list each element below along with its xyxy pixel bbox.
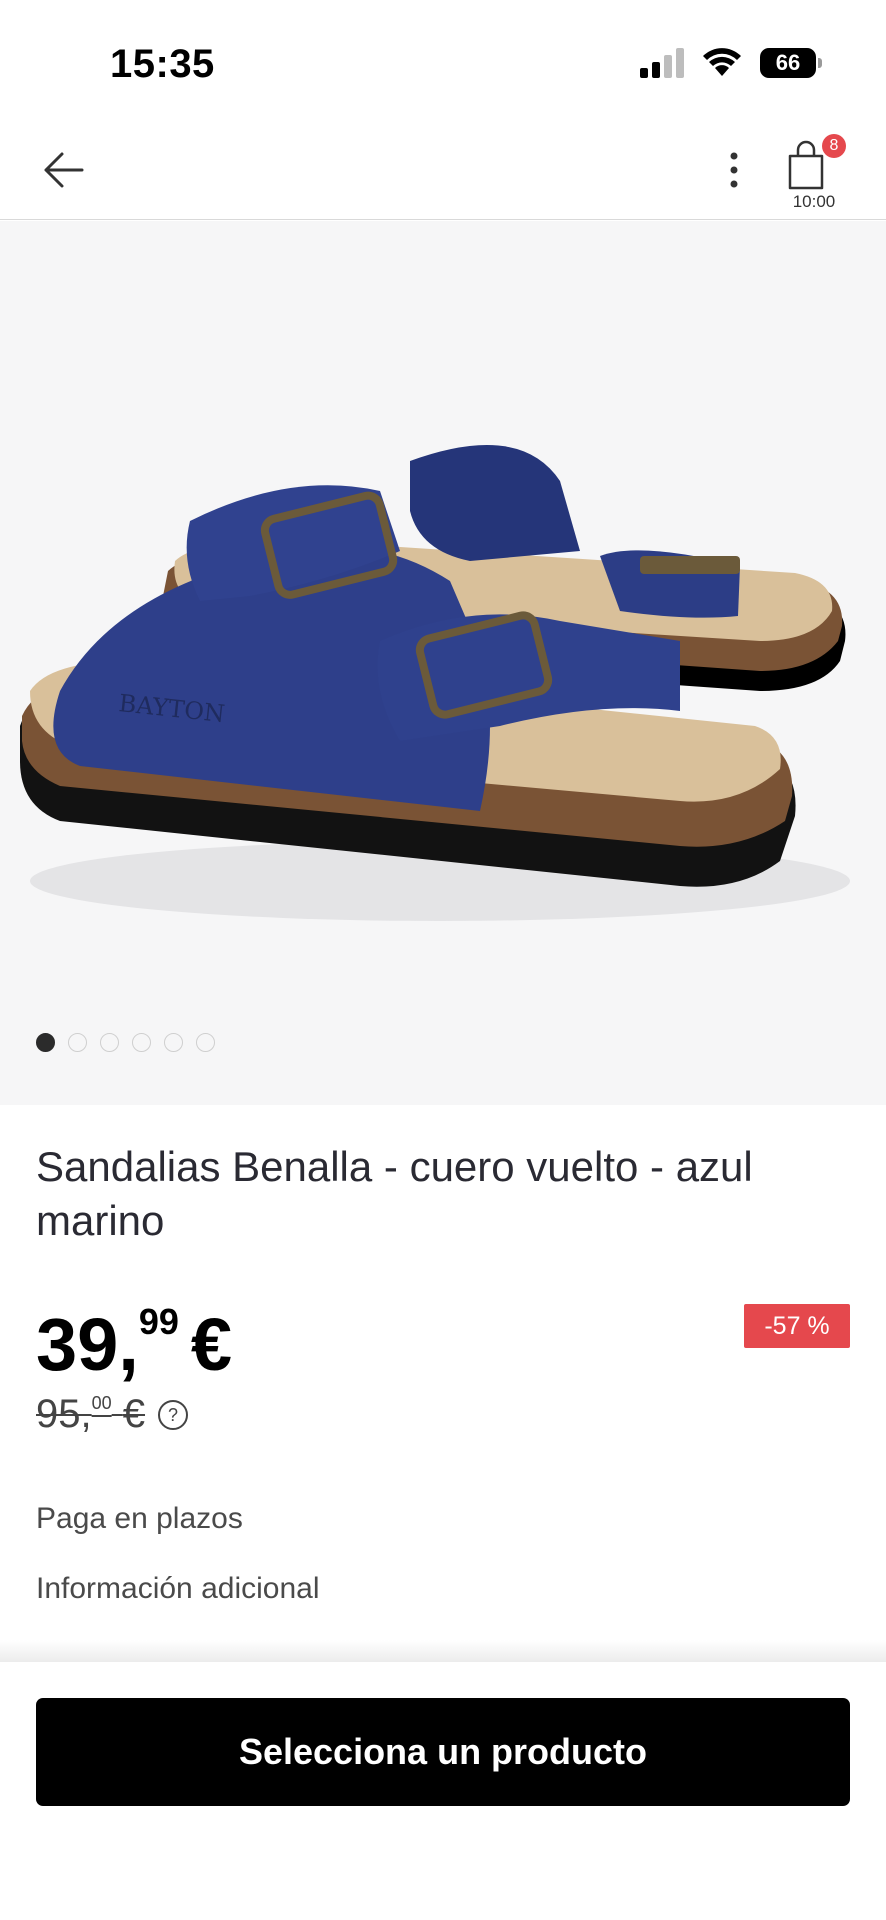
status-time: 15:35	[110, 42, 215, 86]
product-title: Sandalias Benalla - cuero vuelto - azul …	[36, 1143, 753, 1244]
more-options-button[interactable]	[716, 146, 752, 194]
battery-level: 66	[775, 50, 801, 75]
wifi-icon	[703, 48, 741, 76]
gallery-dot[interactable]	[36, 1033, 55, 1052]
nav-bar: 8 10:00	[0, 120, 886, 220]
additional-info-link[interactable]: Información adicional	[36, 1572, 320, 1606]
cart-button[interactable]: 8 10:00	[782, 134, 846, 214]
original-price-decimal: 00	[91, 1392, 112, 1413]
help-icon[interactable]: ?	[157, 1399, 189, 1431]
discount-badge: -57 %	[744, 1304, 850, 1348]
status-icons: 66	[640, 48, 822, 78]
back-button[interactable]	[40, 146, 88, 194]
more-vertical-icon	[730, 152, 738, 188]
back-arrow-icon	[44, 152, 84, 188]
installments-link[interactable]: Paga en plazos	[36, 1502, 243, 1536]
select-product-button[interactable]: Selecciona un producto	[36, 1698, 850, 1806]
current-price-currency: €	[190, 1303, 233, 1386]
svg-text:?: ?	[168, 1405, 178, 1425]
product-image: BAYTON	[20, 445, 850, 921]
original-price-integer: 95,	[36, 1392, 92, 1436]
cellular-signal-icon	[640, 48, 684, 78]
gallery-pagination	[36, 1033, 215, 1052]
current-price-integer: 39,	[36, 1303, 139, 1386]
scroll-shadow	[0, 1640, 886, 1662]
original-price-value: 95,00 €	[36, 1392, 145, 1437]
cart-count-badge: 8	[822, 134, 846, 158]
battery-icon: 66	[760, 48, 822, 78]
gallery-dot[interactable]	[68, 1033, 87, 1052]
current-price: 39,99 €	[36, 1301, 233, 1387]
product-image-gallery[interactable]: BAYTON	[0, 221, 886, 1105]
gallery-dot[interactable]	[100, 1033, 119, 1052]
status-bar: 15:35 66	[0, 0, 886, 120]
original-price-currency: €	[122, 1392, 146, 1436]
gallery-dot[interactable]	[164, 1033, 183, 1052]
cart-timer: 10:00	[792, 192, 836, 211]
current-price-decimal: 99	[138, 1301, 179, 1343]
gallery-dot[interactable]	[196, 1033, 215, 1052]
original-price: 95,00 € ?	[36, 1392, 189, 1437]
gallery-dot[interactable]	[132, 1033, 151, 1052]
